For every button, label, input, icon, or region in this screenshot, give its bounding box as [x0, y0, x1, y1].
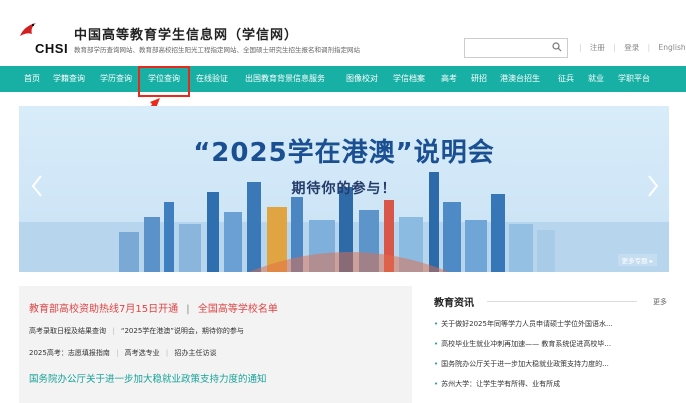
headline-link-universities[interactable]: 全国高等学校名单 — [198, 304, 278, 315]
logo-text: CHSI — [35, 41, 69, 56]
nav-item-employment[interactable]: 就业 — [588, 66, 604, 92]
banner-title: “2025学在港澳”说明会 — [193, 138, 495, 168]
banner-subtitle: 期待你的参与！ — [291, 181, 397, 197]
english-link[interactable]: English — [659, 43, 686, 52]
nav-item-image-check[interactable]: 图像校对 — [346, 66, 378, 92]
chsi-logo[interactable]: CHSI — [18, 22, 68, 56]
chevron-left-icon[interactable] — [31, 174, 43, 198]
nav-item-career-platform[interactable]: 学职平台 — [618, 66, 650, 92]
featured-news: 教育部高校资助热线7月15日开通 | 全国高等学校名单 高考录取日程及结果查询 … — [19, 286, 412, 403]
news-row: 2025高考：志愿填报指南 | 高考选专业 | 招办主任访谈 — [29, 349, 217, 357]
news-link[interactable]: 高考选专业 — [125, 349, 160, 357]
nav-item-online-verify[interactable]: 在线验证 — [196, 66, 228, 92]
nav-item-graduate-admission[interactable]: 研招 — [471, 66, 487, 92]
register-link[interactable]: 注册 — [590, 43, 605, 52]
news-link[interactable]: 2025高考：志愿填报指南 — [29, 349, 110, 357]
headline-row: 教育部高校资助热线7月15日开通 | 全国高等学校名单 — [29, 304, 278, 315]
news-row: 高考录取日程及结果查询 | “2025学在港澳”说明会，期待你的参与 — [29, 327, 244, 335]
section-title: 教育资讯 — [434, 298, 474, 309]
search-input[interactable] — [464, 38, 568, 58]
more-topics-link[interactable]: 更多专题 ▸ — [617, 254, 657, 266]
search-icon[interactable] — [552, 42, 562, 52]
more-link[interactable]: 更多 — [653, 297, 667, 307]
nav-item-archive[interactable]: 学信档案 — [393, 66, 425, 92]
nav-item-overseas-service[interactable]: 出国教育背景信息服务 — [245, 66, 325, 92]
list-item[interactable]: 苏州大学：让学生学有所得、业有所成 — [434, 379, 664, 389]
headline-link-hotline[interactable]: 教育部高校资助热线7月15日开通 — [29, 304, 178, 315]
top-links: | 注册 | 登录 | English — [579, 43, 686, 52]
login-link[interactable]: 登录 — [624, 43, 639, 52]
news-link[interactable]: 高考录取日程及结果查询 — [29, 327, 106, 335]
list-item[interactable]: 国务院办公厅关于进一步加大稳就业政策支持力度的... — [434, 359, 664, 369]
divider — [487, 301, 637, 302]
main-nav: 首页 学籍查询 学历查询 学位查询 在线验证 出国教育背景信息服务 图像校对 学… — [0, 66, 686, 92]
site-header: CHSI 中国高等教育学生信息网（学信网） 教育部学历查询网站、教育部高校招生阳… — [0, 0, 686, 66]
news-link-state-council[interactable]: 国务院办公厅关于进一步加大稳就业政策支持力度的通知 — [29, 371, 267, 385]
news-link[interactable]: 招办主任访谈 — [174, 349, 216, 357]
chevron-right-icon[interactable] — [647, 174, 659, 198]
nav-item-gaokao[interactable]: 高考 — [441, 66, 457, 92]
list-item[interactable]: 关于做好2025年同等学力人员申请硕士学位外国语水... — [434, 319, 664, 329]
list-item[interactable]: 高校毕业生就业冲刺再加速—— 教育系统促进高校毕... — [434, 339, 664, 349]
nav-item-home[interactable]: 首页 — [24, 66, 40, 92]
news-link[interactable]: “2025学在港澳”说明会，期待你的参与 — [121, 327, 244, 335]
site-title: 中国高等教育学生信息网（学信网） — [74, 28, 299, 43]
education-news: 教育资讯 更多 关于做好2025年同等学力人员申请硕士学位外国语水... 高校毕… — [424, 286, 671, 403]
site-subtitle: 教育部学历查询网站、教育部高校招生阳光工程指定网站、全国硕士研究生招生报名和调剂… — [74, 46, 360, 54]
nav-item-degree-record-query[interactable]: 学历查询 — [100, 66, 132, 92]
nav-item-conscription[interactable]: 征兵 — [558, 66, 574, 92]
hero-banner[interactable]: “2025学在港澳”说明会 期待你的参与！ 更多专题 ▸ — [19, 106, 669, 272]
nav-item-hk-macau-tw[interactable]: 港澳台招生 — [500, 66, 540, 92]
nav-item-enrollment-query[interactable]: 学籍查询 — [53, 66, 85, 92]
bird-logo-icon — [20, 23, 36, 36]
